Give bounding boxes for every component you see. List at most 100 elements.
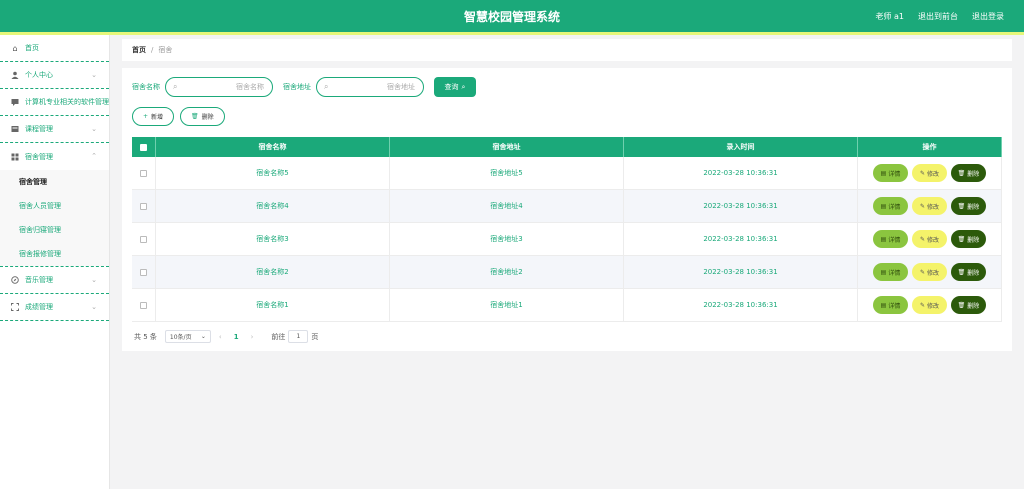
dorm-name-label: 宿舍名称 — [132, 82, 160, 92]
table-row: 宿舍名称5宿舍地址52022-03-28 10:36:31▤详情✎修改🗑删除 — [132, 157, 1002, 190]
page-jump: 前往 1 页 — [271, 330, 318, 343]
search-form: 宿舍名称 ⌕ 宿舍地址 ⌕ 查询 ⌕ — [132, 77, 476, 97]
edit-button[interactable]: ✎修改 — [912, 197, 947, 215]
sidebar-item-label: 课程管理 — [25, 124, 53, 134]
delete-label: 删除 — [967, 202, 979, 211]
grid-icon — [10, 152, 20, 162]
cell-actions: ▤详情✎修改🗑删除 — [858, 190, 1002, 222]
detail-button[interactable]: ▤详情 — [873, 263, 908, 281]
search-icon: ⌕ — [462, 83, 466, 92]
cell-entry-time: 2022-03-28 10:36:31 — [624, 157, 858, 189]
delete-label: 删除 — [967, 268, 979, 277]
edit-button[interactable]: ✎修改 — [912, 296, 947, 314]
edit-button[interactable]: ✎修改 — [912, 263, 947, 281]
row-checkbox[interactable] — [140, 203, 147, 210]
row-checkbox[interactable] — [140, 236, 147, 243]
page-size-select[interactable]: 10条/页 ⌄ — [165, 330, 211, 343]
submenu-dorm-management[interactable]: 宿舍管理 — [0, 170, 109, 194]
doc-icon: ▤ — [881, 236, 887, 243]
table-row: 宿舍名称3宿舍地址32022-03-28 10:36:31▤详情✎修改🗑删除 — [132, 223, 1002, 256]
dorm-name-input[interactable] — [184, 80, 264, 94]
goto-label: 前往 — [271, 332, 285, 342]
query-label: 查询 — [445, 82, 459, 92]
row-checkbox[interactable] — [140, 302, 147, 309]
detail-button[interactable]: ▤详情 — [873, 164, 908, 182]
dorm-address-search: ⌕ — [316, 77, 424, 97]
edit-label: 修改 — [927, 169, 939, 178]
row-checkbox[interactable] — [140, 269, 147, 276]
row-select-cell — [132, 190, 156, 222]
sidebar-item-grades[interactable]: 成绩管理 ⌄ — [0, 294, 109, 321]
doc-icon: ▤ — [881, 170, 887, 177]
delete-button[interactable]: 🗑删除 — [951, 197, 986, 215]
sidebar-item-course[interactable]: 课程管理 ⌄ — [0, 116, 109, 143]
row-checkbox[interactable] — [140, 170, 147, 177]
table-header: 宿舍名称 宿舍地址 录入时间 操作 — [132, 137, 1002, 157]
cell-dorm-address: 宿舍地址2 — [390, 256, 624, 288]
trash-icon: 🗑 — [958, 236, 966, 243]
home-icon: ⌂ — [10, 43, 20, 53]
detail-button[interactable]: ▤详情 — [873, 296, 908, 314]
breadcrumb-home[interactable]: 首页 — [132, 45, 146, 55]
header-dorm-name[interactable]: 宿舍名称 — [156, 137, 390, 157]
logout-link[interactable]: 退出登录 — [972, 11, 1004, 22]
search-icon: ⌕ — [173, 82, 177, 92]
detail-label: 详情 — [888, 268, 900, 277]
add-label: 新增 — [151, 112, 163, 121]
delete-label: 删除 — [967, 301, 979, 310]
page-number[interactable]: 1 — [234, 333, 239, 341]
detail-label: 详情 — [888, 169, 900, 178]
pencil-icon: ✎ — [920, 269, 925, 276]
detail-label: 详情 — [888, 235, 900, 244]
detail-button[interactable]: ▤详情 — [873, 197, 908, 215]
select-all-checkbox[interactable] — [140, 144, 147, 151]
sidebar-item-personal-center[interactable]: 个人中心 ⌄ — [0, 62, 109, 89]
row-select-cell — [132, 157, 156, 189]
pencil-icon: ✎ — [920, 236, 925, 243]
pencil-icon: ✎ — [920, 203, 925, 210]
header-dorm-address[interactable]: 宿舍地址 — [390, 137, 624, 157]
submenu-dorm-repair[interactable]: 宿舍报修管理 — [0, 242, 109, 266]
cell-dorm-name: 宿舍名称5 — [156, 157, 390, 189]
chat-icon — [10, 97, 20, 107]
total-count: 共 5 条 — [134, 332, 157, 342]
sidebar-item-software[interactable]: 计算机专业相关的软件管理 — [0, 89, 109, 116]
query-button[interactable]: 查询 ⌕ — [434, 77, 476, 97]
sidebar-item-dorm[interactable]: 宿舍管理 ⌃ — [0, 143, 109, 170]
cell-dorm-address: 宿舍地址1 — [390, 289, 624, 321]
sidebar-item-home[interactable]: ⌂ 首页 — [0, 35, 109, 62]
delete-button[interactable]: 🗑删除 — [951, 164, 986, 182]
delete-button[interactable]: 🗑删除 — [951, 296, 986, 314]
chevron-down-icon: ⌄ — [201, 333, 206, 340]
dorm-address-input[interactable] — [335, 80, 415, 94]
detail-button[interactable]: ▤详情 — [873, 230, 908, 248]
add-button[interactable]: + 新增 — [132, 107, 174, 126]
dorm-table: 宿舍名称 宿舍地址 录入时间 操作 宿舍名称5宿舍地址52022-03-28 1… — [132, 137, 1002, 322]
back-to-frontend-link[interactable]: 退出到前台 — [918, 11, 958, 22]
cell-dorm-name: 宿舍名称3 — [156, 223, 390, 255]
pencil-icon: ✎ — [920, 302, 925, 309]
cell-dorm-address: 宿舍地址3 — [390, 223, 624, 255]
trash-icon: 🗑 — [958, 269, 966, 276]
pencil-icon: ✎ — [920, 170, 925, 177]
delete-button[interactable]: 🗑删除 — [951, 263, 986, 281]
edit-button[interactable]: ✎修改 — [912, 230, 947, 248]
sidebar-item-music[interactable]: 音乐管理 ⌄ — [0, 267, 109, 294]
edit-label: 修改 — [927, 235, 939, 244]
chevron-down-icon: ⌄ — [91, 125, 97, 133]
sidebar-item-label: 成绩管理 — [25, 302, 53, 312]
chevron-up-icon: ⌃ — [91, 152, 97, 160]
prev-page-button[interactable]: ‹ — [219, 333, 222, 341]
top-header: 智慧校园管理系统 老师 a1 退出到前台 退出登录 — [0, 0, 1024, 32]
edit-button[interactable]: ✎修改 — [912, 164, 947, 182]
submenu-dorm-members[interactable]: 宿舍人员管理 — [0, 194, 109, 218]
table-row: 宿舍名称2宿舍地址22022-03-28 10:36:31▤详情✎修改🗑删除 — [132, 256, 1002, 289]
batch-delete-button[interactable]: 🗑 删除 — [180, 107, 225, 126]
row-select-cell — [132, 223, 156, 255]
submenu-dorm-return[interactable]: 宿舍归寝管理 — [0, 218, 109, 242]
edit-label: 修改 — [927, 301, 939, 310]
goto-page-input[interactable]: 1 — [288, 330, 308, 343]
delete-button[interactable]: 🗑删除 — [951, 230, 986, 248]
next-page-button[interactable]: › — [251, 333, 254, 341]
header-entry-time[interactable]: 录入时间 — [624, 137, 858, 157]
